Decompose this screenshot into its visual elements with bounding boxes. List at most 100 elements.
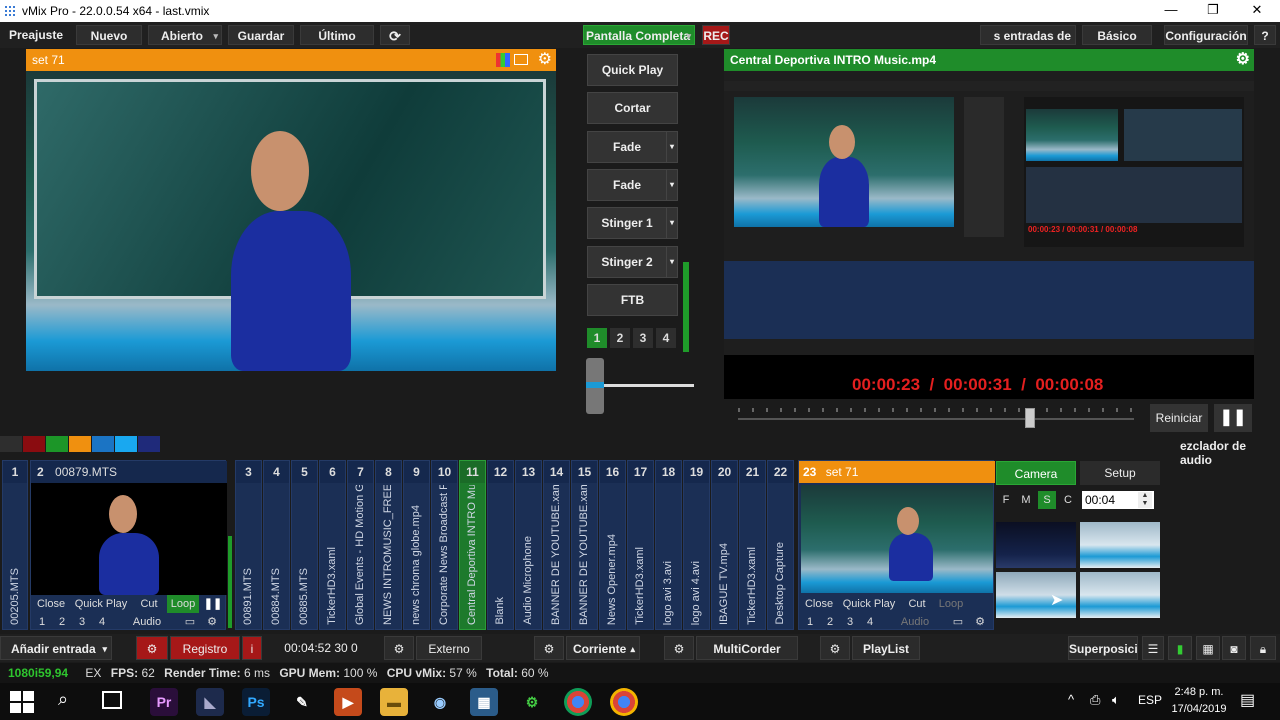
swatch-grey[interactable]	[0, 436, 22, 452]
t-bar-handle[interactable]	[586, 358, 604, 414]
playlist-button[interactable]: PlayList	[852, 636, 920, 660]
close-window-button[interactable]: ✕	[1242, 2, 1272, 20]
bar-chart-icon[interactable]: ▮	[1168, 636, 1192, 660]
s-button[interactable]: S	[1038, 491, 1056, 509]
input-1[interactable]: 1 00205.MTS	[2, 460, 28, 630]
overlay-num-2[interactable]: 2	[823, 613, 837, 631]
grid-icon[interactable]: ▦	[1196, 636, 1220, 660]
cut-small-button[interactable]: Cut	[903, 595, 931, 613]
overlay-num-2[interactable]: 2	[55, 613, 69, 631]
input-13[interactable]: 13 Audio Microphone	[515, 460, 542, 630]
photoshop-icon[interactable]: Ps	[242, 688, 270, 716]
overlay-button[interactable]: Superposición	[1068, 636, 1138, 660]
monitor-icon[interactable]: ▭	[949, 613, 967, 631]
chevron-up-icon[interactable]: ▴	[630, 637, 635, 661]
window-icon[interactable]	[514, 54, 528, 65]
overlay-num-4[interactable]: 4	[863, 613, 877, 631]
input-15[interactable]: 15 BANNER DE YOUTUBE.xaml	[571, 460, 598, 630]
audio-button[interactable]: Audio	[895, 613, 935, 631]
camera-preset-2[interactable]	[1080, 522, 1160, 568]
paint-icon[interactable]: ✎	[288, 688, 316, 716]
loop-button[interactable]: Loop	[935, 595, 967, 613]
chrome-icon-2[interactable]	[610, 688, 638, 716]
setup-button[interactable]: Setup	[1080, 461, 1160, 485]
record-settings-icon[interactable]: ⚙	[136, 636, 168, 660]
gear-icon[interactable]: ⚙	[538, 49, 552, 71]
color-bars-icon[interactable]	[496, 53, 510, 67]
restart-button[interactable]: Reiniciar	[1150, 404, 1208, 432]
swatch-green[interactable]	[46, 436, 68, 452]
gear-icon[interactable]: ⚙	[1236, 49, 1250, 71]
close-button[interactable]: Close	[801, 595, 837, 613]
camera-icon[interactable]: ◙	[1222, 636, 1246, 660]
input-10[interactable]: 10 Corporate News Broadcast Full F	[431, 460, 458, 630]
input-22[interactable]: 22 Desktop Capture	[767, 460, 794, 630]
quick-play-small-button[interactable]: Quick Play	[841, 595, 897, 613]
add-input-button[interactable]: Añadir entrada ▾	[0, 636, 112, 660]
input-19[interactable]: 19 logo avi 4.avi	[683, 460, 710, 630]
input-12[interactable]: 12 Blank	[487, 460, 514, 630]
last-button[interactable]: Último	[300, 25, 374, 45]
t-bar-track[interactable]	[604, 384, 694, 387]
new-button[interactable]: Nuevo	[76, 25, 142, 45]
search-icon[interactable]: ⌕	[58, 689, 68, 710]
c-button[interactable]: C	[1060, 491, 1076, 509]
audio-button[interactable]: Audio	[127, 613, 167, 631]
camera-preset-4[interactable]	[1080, 572, 1160, 618]
pause-icon[interactable]: ❚❚	[1214, 404, 1252, 432]
inputs-cut-button[interactable]: s entradas de pau	[980, 25, 1076, 45]
fullscreen-button[interactable]: Pantalla Completa	[583, 25, 695, 46]
quick-play-button[interactable]: Quick Play	[587, 54, 678, 86]
chevron-down-icon[interactable]: ▾	[102, 637, 107, 661]
basic-button[interactable]: Básico	[1082, 25, 1152, 45]
gear-icon[interactable]: ⚙	[820, 636, 850, 660]
input-9[interactable]: 9 news chroma globe.mp4	[403, 460, 430, 630]
premiere-icon[interactable]: Pr	[150, 688, 178, 716]
ftb-button[interactable]: FTB	[587, 284, 678, 316]
media-player-icon[interactable]: ▶	[334, 688, 362, 716]
input-21[interactable]: 21 TickerHD3.xaml	[739, 460, 766, 630]
gear-icon[interactable]: ⚙	[971, 613, 989, 631]
input-5[interactable]: 5 00885.MTS	[291, 460, 318, 630]
clock-time[interactable]: 2:48 p. m.	[1170, 686, 1228, 698]
menu-icon[interactable]: ☰	[1142, 636, 1164, 660]
monitor-icon[interactable]: ▭	[181, 613, 199, 631]
record-info-button[interactable]: i	[242, 636, 262, 660]
app-icon[interactable]: ◣	[196, 688, 224, 716]
input-4[interactable]: 4 00884.MTS	[263, 460, 290, 630]
f-button[interactable]: F	[998, 491, 1014, 509]
seek-handle[interactable]	[1025, 408, 1035, 428]
transition-num-1[interactable]: 1	[587, 328, 607, 348]
input-8[interactable]: 8 NEWS INTROMUSIC_FREE.m	[375, 460, 402, 630]
input-20[interactable]: 20 IBAGUE TV.mp4	[711, 460, 738, 630]
stinger-1-button[interactable]: Stinger 1 ▾	[587, 207, 678, 239]
cut-small-button[interactable]: Cut	[135, 595, 163, 613]
transition-num-3[interactable]: 3	[633, 328, 653, 348]
folder-icon[interactable]: ▬	[380, 688, 408, 716]
input-23[interactable]: 23 set 71 Close Quick Play Cut Loop 1 2 …	[798, 460, 995, 631]
overlay-num-3[interactable]: 3	[843, 613, 857, 631]
loop-button[interactable]: Loop	[167, 595, 199, 613]
chevron-down-icon[interactable]: ▾	[666, 169, 678, 201]
swatch-navy[interactable]	[138, 436, 160, 452]
audio-mixer-label[interactable]: ezclador de audio	[1180, 439, 1280, 467]
open-button[interactable]: Abierto	[148, 25, 222, 46]
fade-button-2[interactable]: Fade ▾	[587, 169, 678, 201]
input-6[interactable]: 6 TickerHD3.xaml	[319, 460, 346, 630]
preset-menu[interactable]: Preajuste	[4, 25, 68, 45]
pause-icon[interactable]: ❚❚	[203, 595, 223, 613]
multicorder-button[interactable]: MultiCorder	[696, 636, 798, 660]
vmix-taskbar-icon[interactable]: ▦	[470, 688, 498, 716]
input-18[interactable]: 18 logo avi 3.avi	[655, 460, 682, 630]
stepper-icon[interactable]: ▲ ▼	[1138, 492, 1152, 508]
gear-icon[interactable]: ⚙	[384, 636, 414, 660]
chrome-icon[interactable]	[564, 688, 592, 716]
input-7[interactable]: 7 Global Events - HD Motion Grap	[347, 460, 374, 630]
gear-icon[interactable]: ⚙	[203, 613, 221, 631]
chevron-down-icon[interactable]: ▾	[666, 207, 678, 239]
clock-date[interactable]: 17/04/2019	[1166, 703, 1232, 715]
quick-play-small-button[interactable]: Quick Play	[73, 595, 129, 613]
app-green-icon[interactable]: ⚙	[518, 688, 546, 716]
task-view-icon[interactable]	[102, 691, 122, 709]
volume-icon[interactable]: 🔈︎	[1112, 692, 1120, 708]
